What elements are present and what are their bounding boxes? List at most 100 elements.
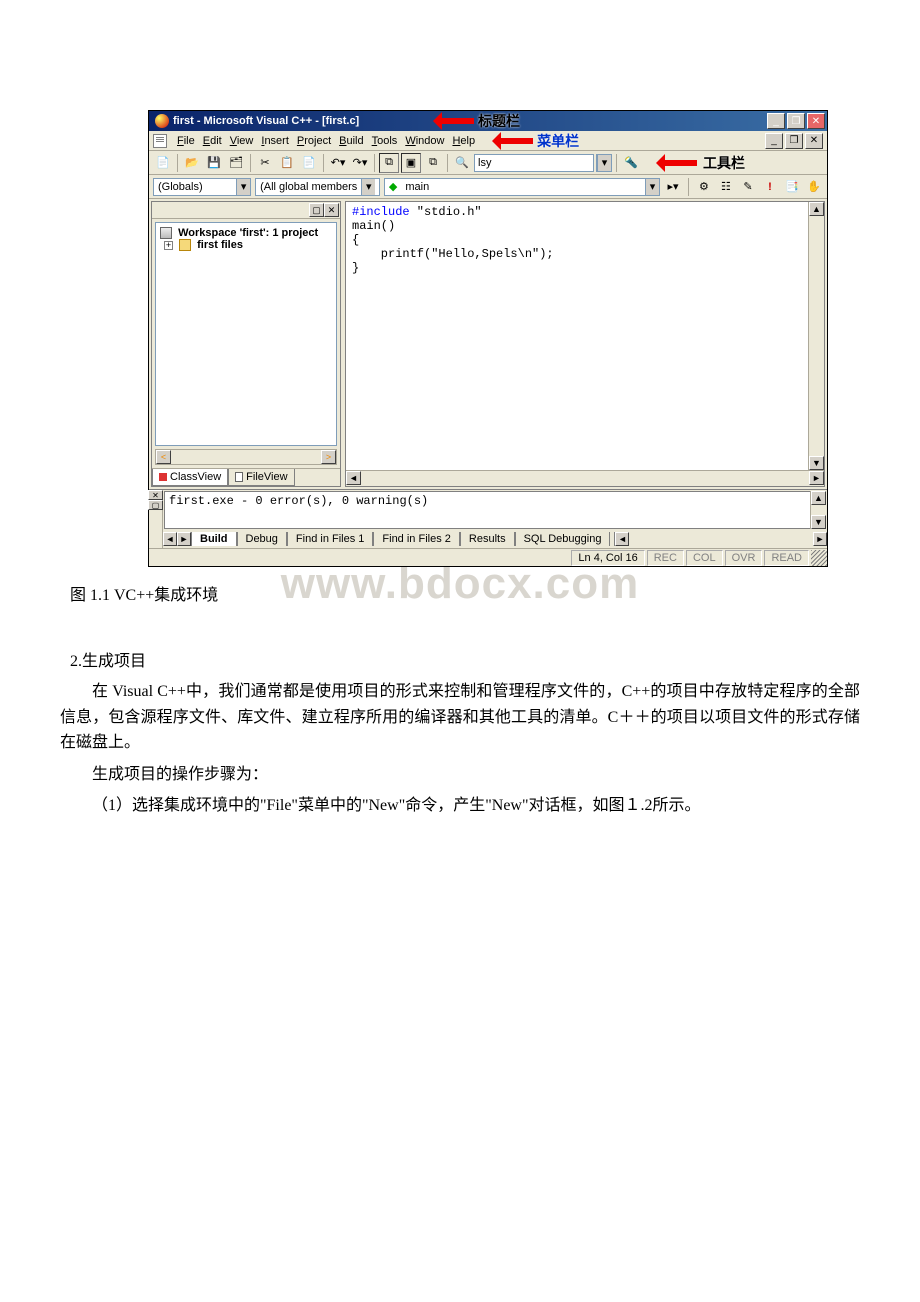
workspace-icon [160, 227, 172, 239]
body-paragraph: （1）选择集成环境中的"File"菜单中的"New"命令，产生"New"对话框，… [60, 793, 860, 819]
expand-icon[interactable]: + [164, 241, 173, 250]
code-editor[interactable]: #include "stdio.h" main() { printf("Hell… [346, 202, 824, 470]
tree-root[interactable]: Workspace 'first': 1 project [160, 227, 332, 239]
scroll-right-button[interactable]: > [321, 450, 336, 464]
tab-fileview[interactable]: FileView [228, 469, 294, 486]
find-in-files-button[interactable]: 🔍 [452, 153, 472, 173]
scroll-left-button[interactable]: < [156, 450, 171, 464]
redo-button[interactable]: ↷▾ [350, 153, 370, 173]
work-area: ▢ ✕ Workspace 'first': 1 project + first… [149, 199, 827, 489]
menu-view[interactable]: View [226, 134, 258, 148]
output-tab-prev[interactable]: ◄ [163, 532, 177, 546]
mdi-close-button[interactable]: ✕ [805, 133, 823, 149]
find-input[interactable] [474, 154, 594, 172]
tab-results[interactable]: Results [460, 532, 515, 546]
window-list-button[interactable]: ⧉ [423, 153, 443, 173]
new-text-file-button[interactable]: 📄 [153, 153, 173, 173]
tab-build[interactable]: Build [191, 532, 237, 546]
menu-project[interactable]: Project [293, 134, 335, 148]
tab-find1[interactable]: Find in Files 1 [287, 532, 373, 546]
menu-insert[interactable]: Insert [257, 134, 293, 148]
editor-vscroll[interactable]: ▲ ▼ [808, 202, 824, 470]
menu-build[interactable]: Build [335, 134, 367, 148]
wiz5-button[interactable]: 📑 [783, 177, 801, 197]
output-tab-next[interactable]: ► [177, 532, 191, 546]
menu-edit[interactable]: Edit [199, 134, 226, 148]
classview-icon [159, 473, 167, 481]
wizard-bar: (Globals) ▾ (All global members ▾ ◆ main… [149, 175, 827, 199]
save-all-button[interactable]: 🗂 [226, 153, 246, 173]
undo-button[interactable]: ↶▾ [328, 153, 348, 173]
cut-button[interactable]: ✂ [255, 153, 275, 173]
body-paragraph: 生成项目的操作步骤为： [60, 762, 860, 788]
annotation-arrow-icon [424, 116, 474, 126]
menu-file[interactable]: File [173, 134, 199, 148]
window-title: first - Microsoft Visual C++ - [first.c] [173, 115, 420, 127]
workspace-tree[interactable]: Workspace 'first': 1 project + first fil… [155, 222, 337, 446]
mdi-minimize-button[interactable]: _ [765, 133, 783, 149]
code-line: "stdio.h" [410, 205, 482, 219]
go-button[interactable]: ▸▾ [664, 177, 682, 197]
mdi-restore-button[interactable]: ❐ [785, 133, 803, 149]
workspace-hscroll[interactable]: < > [155, 449, 337, 465]
scope-combo[interactable]: (Globals) ▾ [153, 178, 251, 196]
scroll-left-button[interactable]: ◄ [346, 471, 361, 485]
symbol-combo[interactable]: ◆ main ▾ [384, 178, 660, 196]
annotation-title-bar: 标题栏 [478, 111, 520, 131]
workspace-tabs: ClassView FileView [152, 468, 340, 486]
window-maximize-button[interactable]: ❐ [787, 113, 805, 129]
scroll-right-button[interactable]: ► [809, 471, 824, 485]
output-button[interactable]: ▣ [401, 153, 421, 173]
output-text[interactable]: first.exe - 0 error(s), 0 warning(s) [164, 491, 826, 529]
code-line: #include [352, 205, 410, 219]
output-pin-button[interactable]: ▢ [148, 500, 163, 510]
toolbar: 📄 📂 💾 🗂 ✂ 📋 📄 ↶▾ ↷▾ ⧉ ▣ ⧉ 🔍 ▾ 🔦 工具栏 [149, 151, 827, 175]
tab-find2[interactable]: Find in Files 2 [373, 532, 459, 546]
code-line: } [352, 261, 359, 275]
menu-window[interactable]: Window [401, 134, 448, 148]
wiz1-button[interactable]: ⚙ [695, 177, 713, 197]
output-hscroll[interactable]: ◄ ► [614, 532, 827, 546]
editor-hscroll[interactable]: ◄ ► [346, 470, 824, 486]
annotation-menu-bar: 菜单栏 [537, 131, 579, 151]
output-vscroll[interactable]: ▲ ▼ [810, 491, 826, 529]
tab-debug[interactable]: Debug [237, 532, 287, 546]
open-button[interactable]: 📂 [182, 153, 202, 173]
ide-window: first - Microsoft Visual C++ - [first.c]… [148, 110, 828, 567]
scroll-down-button[interactable]: ▼ [811, 515, 826, 529]
wiz4-button[interactable]: ! [761, 177, 779, 197]
workspace-close-button[interactable]: ✕ [324, 203, 339, 217]
scroll-right-button[interactable]: ► [813, 532, 827, 546]
workspace-button[interactable]: ⧉ [379, 153, 399, 173]
symbol-value: main [401, 181, 433, 193]
tab-classview[interactable]: ClassView [152, 469, 228, 486]
output-close-button[interactable]: ✕ [148, 490, 163, 500]
scroll-down-button[interactable]: ▼ [809, 456, 824, 470]
paste-button[interactable]: 📄 [299, 153, 319, 173]
workspace-dock-button[interactable]: ▢ [309, 203, 324, 217]
copy-button[interactable]: 📋 [277, 153, 297, 173]
members-combo[interactable]: (All global members ▾ [255, 178, 380, 196]
scroll-up-button[interactable]: ▲ [809, 202, 824, 216]
menu-help[interactable]: Help [448, 134, 479, 148]
tree-project-label: first files [197, 239, 243, 251]
wiz6-button[interactable]: ✋ [805, 177, 823, 197]
find-dropdown[interactable]: ▾ [596, 154, 612, 172]
wiz2-button[interactable]: ☷ [717, 177, 735, 197]
menu-tools[interactable]: Tools [368, 134, 402, 148]
save-button[interactable]: 💾 [204, 153, 224, 173]
wiz3-button[interactable]: ✎ [739, 177, 757, 197]
app-icon [155, 114, 169, 128]
title-bar[interactable]: first - Microsoft Visual C++ - [first.c]… [149, 111, 827, 131]
tree-project[interactable]: + first files [160, 239, 332, 251]
fileview-icon [235, 472, 243, 482]
window-minimize-button[interactable]: _ [767, 113, 785, 129]
figure-caption: 图 1.1 VC++集成环境 [70, 581, 860, 605]
annotation-toolbar: 工具栏 [703, 153, 745, 173]
scroll-up-button[interactable]: ▲ [811, 491, 826, 505]
annotation-arrow-icon [647, 158, 697, 168]
scroll-left-button[interactable]: ◄ [615, 532, 629, 546]
window-close-button[interactable]: ✕ [807, 113, 825, 129]
search-button[interactable]: 🔦 [621, 153, 641, 173]
tab-sql-debugging[interactable]: SQL Debugging [515, 532, 611, 546]
